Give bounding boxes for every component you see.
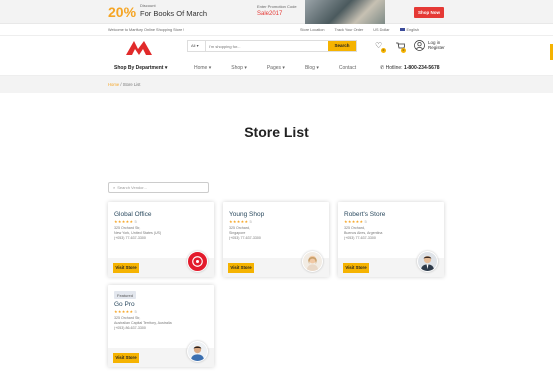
- header: All ▾ Search ♡ 0 0 Log inRegister: [0, 36, 553, 60]
- welcome-text: Welcome to Martfury Online Shopping Stor…: [108, 28, 185, 32]
- promo-book-image: [305, 0, 385, 24]
- nav-contact[interactable]: Contact: [339, 65, 356, 71]
- star-icons: ★★★★★: [114, 309, 134, 314]
- user-icon[interactable]: [414, 40, 425, 51]
- store-rating: ★★★★★5: [229, 219, 252, 224]
- store-name[interactable]: Global Office: [114, 211, 151, 218]
- shop-by-department[interactable]: Shop By Department ▾: [114, 65, 167, 71]
- category-select[interactable]: All ▾: [188, 41, 206, 51]
- promo-code-label: Enter Promotion Code: [257, 4, 297, 9]
- flag-icon: [399, 28, 405, 31]
- wishlist-count: 0: [381, 48, 386, 53]
- promo-banner[interactable]: 20% Discount For Books Of March Enter Pr…: [0, 0, 553, 24]
- star-icons: ★★★★★: [229, 219, 249, 224]
- store-name[interactable]: Go Pro: [114, 301, 135, 308]
- language-select[interactable]: English: [399, 28, 419, 32]
- search-input[interactable]: [206, 41, 328, 51]
- main-nav: Shop By Department ▾ Home ▾ Shop ▾ Pages…: [0, 60, 553, 76]
- top-bar: Welcome to Martfury Online Shopping Stor…: [0, 24, 553, 36]
- nav-pages[interactable]: Pages ▾: [267, 65, 285, 71]
- vendor-search-input[interactable]: ⌕ Search Vendor...: [108, 182, 209, 193]
- store-address: 325 Orchard Str, Australian Capital Terri…: [114, 316, 172, 331]
- breadcrumb: Home / Store List: [108, 82, 141, 87]
- store-address: 325 Orchard, Buenos Aires, Argentina (+053…: [344, 226, 383, 241]
- department-label: Shop By Department: [114, 65, 164, 71]
- track-order-link[interactable]: Track Your Order: [335, 28, 364, 32]
- login-register[interactable]: Log in Register: [428, 40, 445, 50]
- store-rating: ★★★★★5: [114, 219, 137, 224]
- cart-count: 0: [401, 48, 406, 53]
- store-address: 325 Orchard, Singapore (+053) 77-637-3300: [229, 226, 261, 241]
- chevron-down-icon: ▾: [164, 65, 168, 71]
- nav-home[interactable]: Home ▾: [194, 65, 211, 71]
- visit-store-button[interactable]: Visit Store: [228, 263, 254, 273]
- phone-icon: ✆: [380, 65, 385, 71]
- search-button[interactable]: Search: [328, 41, 356, 51]
- visit-store-button[interactable]: Visit Store: [113, 353, 139, 363]
- breadcrumb-bar: Home / Store List: [0, 76, 553, 93]
- martfury-logo[interactable]: [124, 39, 154, 57]
- store-owner-avatar: [417, 251, 438, 272]
- star-icons: ★★★★★: [344, 219, 364, 224]
- store-owner-avatar: [302, 251, 323, 272]
- nav-shop[interactable]: Shop ▾: [231, 65, 247, 71]
- store-card: Robert's Store ★★★★★5 325 Orchard, Buenos…: [338, 202, 444, 277]
- store-owner-avatar: [187, 341, 208, 362]
- promo-percent: 20%: [108, 4, 137, 20]
- visit-store-button[interactable]: Visit Store: [343, 263, 369, 273]
- breadcrumb-home[interactable]: Home: [108, 82, 119, 87]
- store-card: Young Shop ★★★★★5 325 Orchard, Singapore(…: [223, 202, 329, 277]
- language-label: English: [406, 28, 419, 32]
- store-logo-avatar: [187, 251, 208, 272]
- promo-discount-label: Discount: [140, 3, 156, 8]
- promo-code: Sale2017: [257, 11, 283, 17]
- search-icon: ⌕: [113, 185, 116, 190]
- hotline: ✆ Hotline: 1-800-234-5678: [380, 65, 440, 71]
- featured-badge: Featured: [114, 291, 137, 299]
- store-address: 325 Orchard Str, New York, United States …: [114, 226, 162, 241]
- promo-title: For Books Of March: [140, 9, 208, 18]
- hotline-number: 1-800-234-5678: [403, 65, 440, 71]
- store-rating: ★★★★★5: [114, 309, 137, 314]
- star-icons: ★★★★★: [114, 219, 134, 224]
- store-name[interactable]: Robert's Store: [344, 211, 385, 218]
- store-card: Featured Go Pro ★★★★★5 325 Orchard Str, A…: [108, 285, 214, 367]
- store-rating: ★★★★★5: [344, 219, 367, 224]
- currency-select[interactable]: US Dollar: [373, 28, 389, 32]
- nav-blog[interactable]: Blog ▾: [305, 65, 319, 71]
- page-title: Store List: [244, 124, 309, 140]
- store-location-link[interactable]: Store Location: [300, 28, 325, 32]
- shop-now-button[interactable]: Shop Now: [414, 7, 444, 18]
- product-search: All ▾ Search: [187, 40, 357, 52]
- store-name[interactable]: Young Shop: [229, 211, 264, 218]
- store-card: Global Office ★★★★★5 325 Orchard Str, New…: [108, 202, 214, 277]
- visit-store-button[interactable]: Visit Store: [113, 263, 139, 273]
- breadcrumb-current: Store List: [122, 82, 141, 87]
- register-link[interactable]: Register: [428, 45, 445, 50]
